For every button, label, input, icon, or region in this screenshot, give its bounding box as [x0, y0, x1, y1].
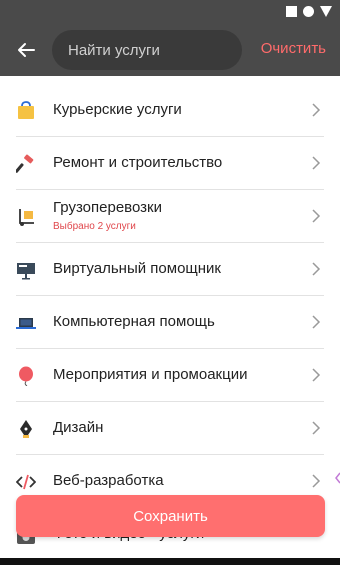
- monitor-icon: [17, 263, 35, 280]
- home-icon: [303, 6, 314, 17]
- category-label: Веб-разработка: [53, 472, 164, 489]
- category-label: Ремонт и строительство: [53, 154, 223, 171]
- status-bar: [0, 0, 340, 24]
- chevron-right-icon: [312, 368, 321, 382]
- category-row-computer-help[interactable]: Компьютерная помощь: [16, 296, 324, 349]
- chevron-right-icon: [312, 103, 321, 117]
- category-row-cargo[interactable]: Грузоперевозки Выбрано 2 услуги: [16, 190, 324, 243]
- category-row-courier[interactable]: Курьерские услуги: [16, 84, 324, 137]
- category-row-design[interactable]: Дизайн: [16, 402, 324, 455]
- selected-count-label: Выбрано 2 услуги: [53, 221, 136, 232]
- balloon-icon: [19, 366, 33, 386]
- signal-icon: [320, 6, 332, 17]
- clear-button[interactable]: Очистить: [261, 40, 326, 57]
- category-label: Дизайн: [53, 419, 104, 436]
- chevron-right-icon: [312, 474, 321, 488]
- hand-truck-icon: [19, 209, 34, 226]
- category-row-virtual-assistant[interactable]: Виртуальный помощник: [16, 243, 324, 296]
- app-bar: Очистить: [0, 24, 340, 76]
- chevron-right-icon: [312, 315, 321, 329]
- recent-apps-icon: [286, 6, 297, 17]
- chevron-right-icon: [312, 262, 321, 276]
- pen-nib-icon: [20, 420, 32, 438]
- category-label: Виртуальный помощник: [53, 260, 221, 277]
- courier-bag-icon: [18, 101, 34, 119]
- category-label: Курьерские услуги: [53, 101, 182, 118]
- laptop-icon: [16, 318, 36, 329]
- chevron-right-icon: [312, 209, 321, 223]
- chevron-right-icon: [312, 421, 321, 435]
- status-icons: [286, 6, 332, 17]
- side-handle-icon: [335, 472, 340, 484]
- search-box[interactable]: [52, 30, 242, 70]
- hammer-icon: [16, 154, 34, 173]
- category-list: Курьерские услуги Ремонт и строительство…: [0, 84, 340, 508]
- search-input[interactable]: [68, 41, 233, 59]
- navigation-bar: [0, 558, 340, 565]
- back-button[interactable]: [10, 34, 42, 66]
- code-icon: [16, 474, 36, 490]
- category-label: Компьютерная помощь: [53, 313, 215, 330]
- category-row-events[interactable]: Мероприятия и промоакции: [16, 349, 324, 402]
- category-label: Мероприятия и промоакции: [53, 366, 248, 383]
- arrow-left-icon: [18, 43, 35, 57]
- save-button[interactable]: Сохранить: [16, 495, 325, 537]
- category-label: Грузоперевозки: [53, 199, 162, 216]
- category-row-repair[interactable]: Ремонт и строительство: [16, 137, 324, 190]
- chevron-right-icon: [312, 156, 321, 170]
